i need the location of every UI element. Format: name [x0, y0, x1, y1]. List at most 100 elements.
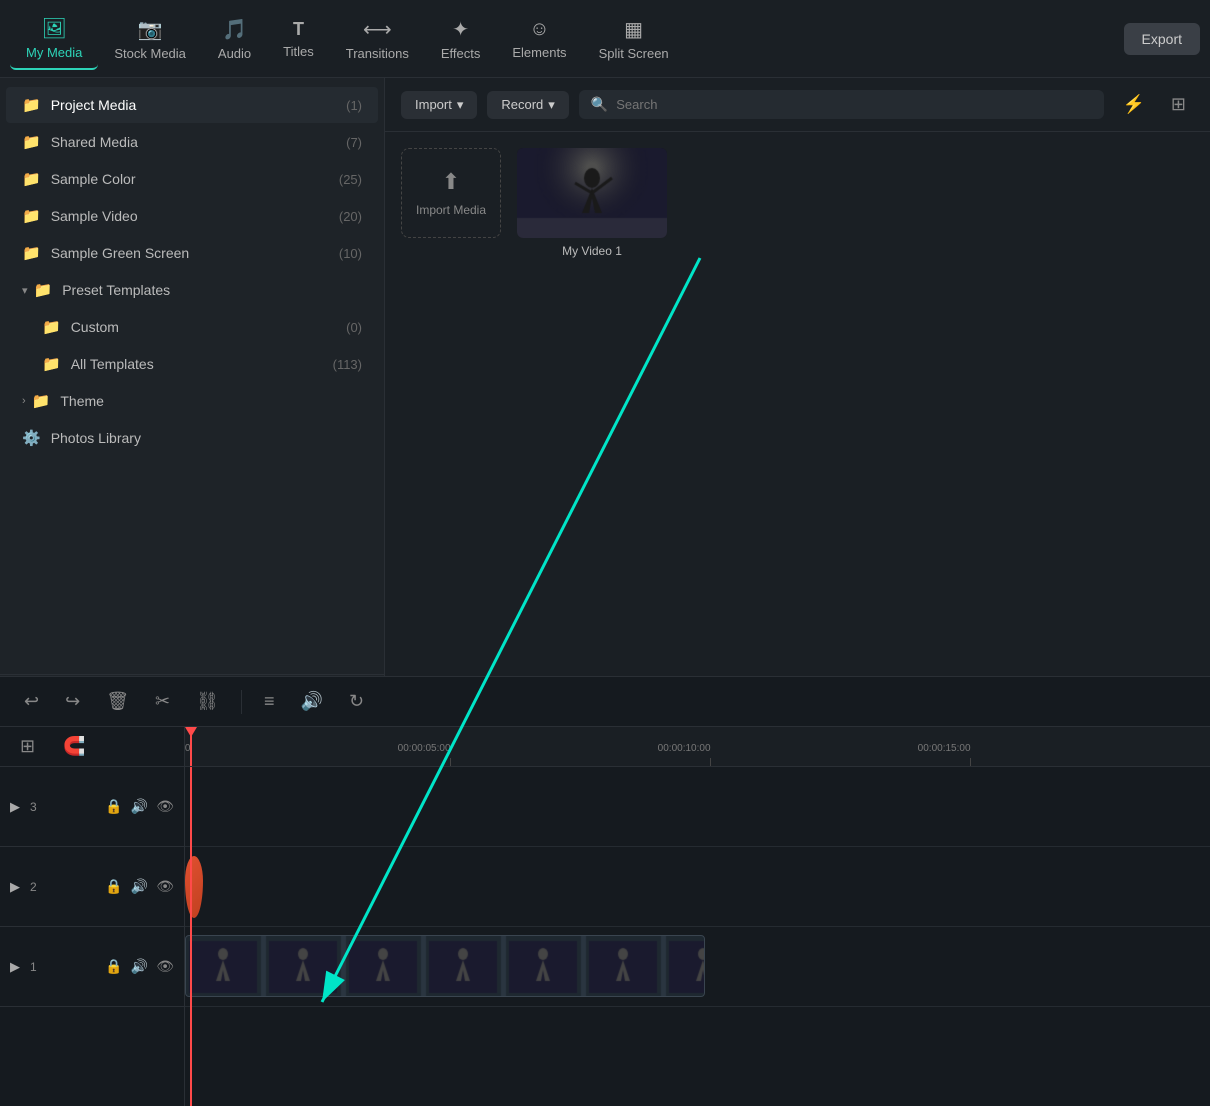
- sidebar-item-count: (113): [333, 357, 362, 372]
- transitions-icon: ⟷: [363, 17, 392, 42]
- playhead[interactable]: [190, 727, 192, 766]
- import-media-label: Import Media: [416, 203, 486, 217]
- sidebar-item-count: (7): [346, 135, 362, 150]
- playhead-line: [190, 767, 192, 1106]
- timeline-area: ↩ ↪ 🗑 ✂ ⛓ ≡ 🔊 ↻ ⊞ 🧲 ▶ 3 🔒 🔊 👁: [0, 676, 1210, 1106]
- track-1-eye[interactable]: 👁: [156, 958, 174, 975]
- media-item-my-video-1[interactable]: My Video 1: [517, 148, 667, 258]
- folder-icon: 📁: [32, 392, 51, 410]
- nav-effects[interactable]: ✦ Effects: [425, 9, 497, 69]
- track-3-audio[interactable]: 🔊: [131, 798, 148, 815]
- nav-audio[interactable]: 🎵 Audio: [202, 9, 267, 69]
- chevron-down-icon: ▾: [22, 284, 28, 297]
- track-2-row: [185, 847, 1210, 927]
- ruler-label-2: 00:00:10:00: [658, 743, 711, 754]
- ruler-mark-3: 00:00:15:00: [970, 758, 971, 766]
- nav-elements[interactable]: ☺ Elements: [496, 10, 582, 68]
- sidebar-item-label: Sample Color: [51, 171, 136, 187]
- nav-my-media[interactable]: 🖼 My Media: [10, 8, 98, 70]
- media-grid: ⬆ Import Media My Video 1: [385, 132, 1210, 724]
- nav-transitions[interactable]: ⟷ Transitions: [330, 9, 425, 69]
- content-area: Import ▾ Record ▾ 🔍 ⚡ ⊞ ⬆ Import Media: [385, 78, 1210, 724]
- add-track-button[interactable]: ⊞: [12, 732, 43, 761]
- search-icon: 🔍: [591, 96, 608, 113]
- video-thumbnail: [517, 148, 667, 238]
- sidebar-item-count: (0): [346, 320, 362, 335]
- track-3-eye[interactable]: 👁: [156, 798, 174, 815]
- track-1-clip[interactable]: [185, 935, 705, 997]
- sidebar-item-count: (20): [339, 209, 362, 224]
- sidebar-item-project-media[interactable]: 📁 Project Media (1): [6, 87, 378, 123]
- magnet-button[interactable]: 🧲: [55, 732, 93, 761]
- audio-icon: 🎵: [222, 17, 247, 42]
- folder-icon: 📁: [42, 318, 61, 336]
- track-2-eye[interactable]: 👁: [156, 878, 174, 895]
- sidebar-item-custom[interactable]: 📁 Custom (0): [6, 309, 378, 345]
- record-label: Record: [501, 97, 543, 112]
- track-1-number: 1: [30, 960, 37, 974]
- track-2-lock[interactable]: 🔒: [105, 878, 122, 895]
- track-2-audio[interactable]: 🔊: [131, 878, 148, 895]
- sidebar-item-preset-templates[interactable]: ▾ 📁 Preset Templates: [6, 272, 378, 308]
- grid-button[interactable]: ⊞: [1163, 90, 1194, 119]
- timeline-left-controls: ⊞ 🧲 ▶ 3 🔒 🔊 👁 ▶ 2 🔒 🔊 �: [0, 727, 185, 1106]
- nav-effects-label: Effects: [441, 46, 481, 61]
- search-input[interactable]: [616, 97, 1092, 112]
- sidebar-item-sample-color[interactable]: 📁 Sample Color (25): [6, 161, 378, 197]
- elements-icon: ☺: [529, 18, 549, 41]
- chevron-down-icon: ▾: [548, 97, 555, 113]
- sidebar-item-photos-library[interactable]: ⚙️ Photos Library: [6, 420, 378, 456]
- nav-titles[interactable]: T Titles: [267, 11, 330, 67]
- redo-button[interactable]: ↪: [57, 687, 88, 716]
- timeline-tracks: [185, 767, 1210, 1106]
- track-1-controls: 🔒 🔊 👁: [105, 958, 174, 975]
- timeline-toolbar: ↩ ↪ 🗑 ✂ ⛓ ≡ 🔊 ↻: [0, 677, 1210, 727]
- sidebar-item-label: Theme: [60, 393, 104, 409]
- track-1-audio[interactable]: 🔊: [131, 958, 148, 975]
- nav-stock-media-label: Stock Media: [114, 46, 186, 61]
- nav-split-screen-label: Split Screen: [599, 46, 669, 61]
- import-media-button[interactable]: ⬆ Import Media: [401, 148, 501, 238]
- nav-elements-label: Elements: [512, 45, 566, 60]
- split-screen-icon: ▦: [624, 17, 643, 42]
- chevron-down-icon: ▾: [457, 97, 464, 113]
- track-1-icon: ▶: [10, 959, 20, 975]
- sidebar-item-all-templates[interactable]: 📁 All Templates (113): [6, 346, 378, 382]
- upload-icon: ⬆: [442, 169, 460, 195]
- nav-split-screen[interactable]: ▦ Split Screen: [583, 9, 685, 69]
- export-button[interactable]: Export: [1124, 23, 1200, 55]
- folder-icon: 📁: [22, 133, 41, 151]
- sidebar-item-label: Shared Media: [51, 134, 138, 150]
- sidebar-item-sample-green-screen[interactable]: 📁 Sample Green Screen (10): [6, 235, 378, 271]
- toolbar-separator: [241, 690, 242, 714]
- sidebar-item-sample-video[interactable]: 📁 Sample Video (20): [6, 198, 378, 234]
- nav-stock-media[interactable]: 📷 Stock Media: [98, 9, 202, 69]
- nav-audio-label: Audio: [218, 46, 251, 61]
- stock-media-icon: 📷: [138, 17, 163, 42]
- delete-button[interactable]: 🗑: [98, 687, 137, 716]
- gear-icon: ⚙️: [22, 429, 41, 447]
- sidebar-item-label: Photos Library: [51, 430, 141, 446]
- nav-transitions-label: Transitions: [346, 46, 409, 61]
- ruler-mark-1: 00:00:05:00: [450, 758, 451, 766]
- undo-button[interactable]: ↩: [16, 687, 47, 716]
- playhead-marker: [185, 727, 197, 737]
- ruler-label-3: 00:00:15:00: [918, 743, 971, 754]
- chevron-right-icon: ›: [22, 395, 26, 407]
- sidebar-item-theme[interactable]: › 📁 Theme: [6, 383, 378, 419]
- record-button[interactable]: Record ▾: [487, 91, 568, 119]
- rotate-button[interactable]: ↻: [341, 687, 372, 716]
- align-button[interactable]: ≡: [256, 687, 283, 716]
- scissors-button[interactable]: ✂: [147, 687, 178, 716]
- link-button[interactable]: ⛓: [188, 687, 227, 716]
- track-2-clip[interactable]: [185, 856, 203, 918]
- sidebar-item-shared-media[interactable]: 📁 Shared Media (7): [6, 124, 378, 160]
- titles-icon: T: [293, 19, 304, 40]
- audio-sync-button[interactable]: 🔊: [293, 687, 331, 716]
- filter-button[interactable]: ⚡: [1114, 90, 1152, 119]
- timeline-main: ⊞ 🧲 ▶ 3 🔒 🔊 👁 ▶ 2 🔒 🔊 �: [0, 727, 1210, 1106]
- import-button[interactable]: Import ▾: [401, 91, 477, 119]
- track-3-lock[interactable]: 🔒: [105, 798, 122, 815]
- sidebar-item-label: Custom: [71, 319, 119, 335]
- track-1-lock[interactable]: 🔒: [105, 958, 122, 975]
